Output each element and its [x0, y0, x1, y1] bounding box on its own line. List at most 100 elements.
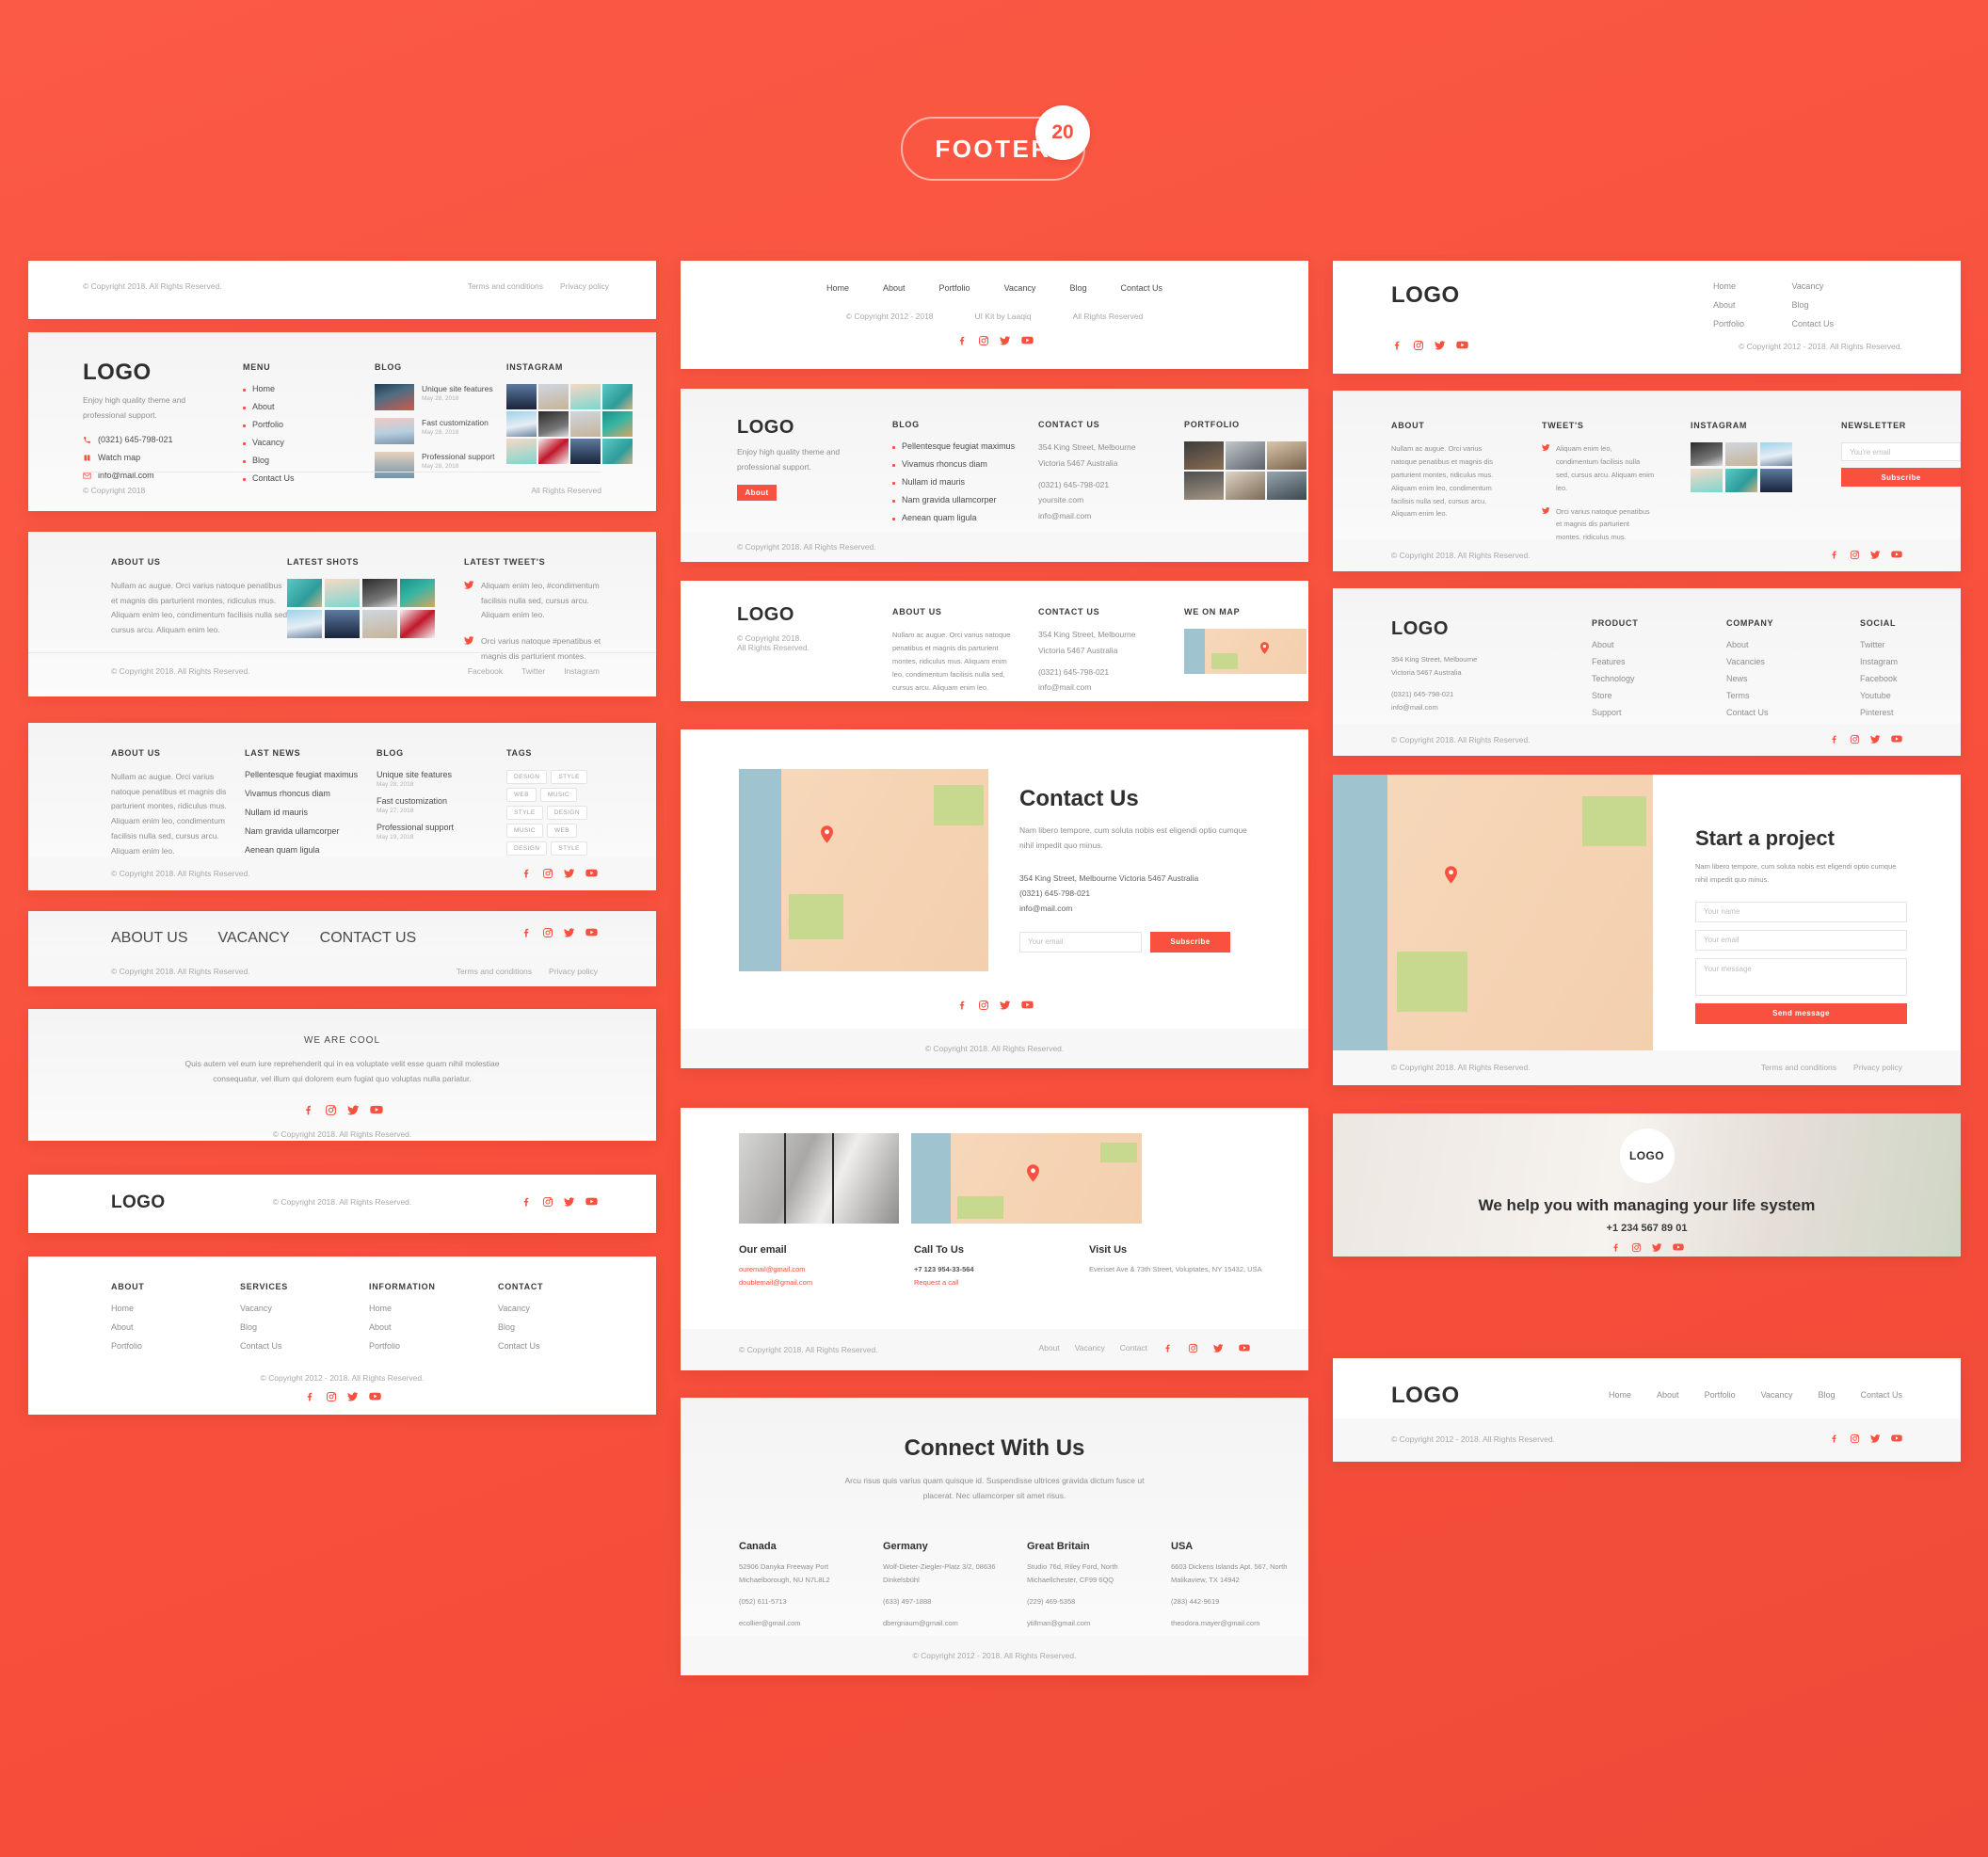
youtube-icon[interactable] [585, 1195, 598, 1208]
shot-thumb[interactable] [325, 579, 360, 607]
nav-link[interactable]: About [1713, 300, 1744, 310]
youtube-icon[interactable] [368, 1390, 381, 1402]
instagram-thumb[interactable] [602, 384, 633, 409]
instagram-icon[interactable] [1413, 340, 1424, 351]
instagram-thumb[interactable] [1725, 442, 1757, 466]
office-email[interactable]: ecollier@gmail.com [739, 1617, 866, 1630]
instagram-thumb[interactable] [602, 439, 633, 464]
youtube-icon[interactable] [585, 926, 598, 938]
facebook-icon[interactable] [521, 868, 532, 879]
email-input[interactable]: Your email [1019, 931, 1142, 953]
nav-link[interactable]: Blog [1791, 300, 1834, 310]
newsletter-input[interactable]: You're email [1841, 442, 1961, 461]
column-link[interactable]: About [1592, 640, 1695, 649]
column-link[interactable]: Vacancies [1726, 657, 1830, 666]
nav-link[interactable]: Contact Us [1120, 283, 1162, 293]
nav-link[interactable]: Home [1713, 281, 1744, 291]
contact-phone[interactable]: (0321) 645-798-021 [1038, 666, 1161, 679]
tag[interactable]: DESIGN [546, 806, 587, 820]
phone-text[interactable]: (0321) 645-798-021 [1019, 887, 1250, 902]
project-map[interactable] [1333, 775, 1653, 1050]
youtube-icon[interactable] [1239, 1342, 1250, 1353]
instagram-icon[interactable] [1631, 1242, 1642, 1253]
facebook-icon[interactable] [956, 1000, 968, 1011]
blog-item[interactable]: Nullam id mauris [892, 477, 1019, 487]
column-link[interactable]: Terms [1726, 691, 1830, 700]
message-input[interactable]: Your message [1695, 957, 1907, 996]
blog-post[interactable]: Fast customization May 28, 2018 [375, 418, 506, 444]
facebook-icon[interactable] [956, 335, 968, 346]
facebook-icon[interactable] [1162, 1343, 1173, 1353]
column-link[interactable]: Blog [498, 1322, 578, 1332]
tag[interactable]: MUSIC [506, 824, 543, 838]
nav-link[interactable]: Portfolio [939, 283, 970, 293]
twitter-icon[interactable] [564, 868, 575, 879]
portfolio-thumb[interactable] [1184, 441, 1224, 470]
phone-text[interactable]: (0321) 645-798-021 [1391, 688, 1518, 701]
blog-item[interactable]: Pellentesque feugiat maximus [892, 441, 1019, 451]
phone-text[interactable]: +7 123 954-33-564 [914, 1263, 1055, 1276]
news-item[interactable]: Nullam id mauris [245, 808, 372, 817]
tag[interactable]: STYLE [506, 806, 543, 820]
column-link[interactable]: Youtube [1860, 691, 1961, 700]
blog-post[interactable]: Unique site features May 28, 2018 [377, 770, 489, 788]
office-email[interactable]: ytillman@gmail.com [1027, 1617, 1154, 1630]
nav-link[interactable]: Vacancy [1791, 281, 1834, 291]
menu-item[interactable]: Home [243, 384, 337, 393]
column-link[interactable]: Twitter [1860, 640, 1961, 649]
shot-thumb[interactable] [362, 579, 397, 607]
portfolio-thumb[interactable] [1226, 441, 1265, 470]
twitter-icon[interactable] [1870, 1433, 1881, 1444]
column-link[interactable]: About [111, 1322, 191, 1332]
contact-site[interactable]: yoursite.com [1038, 494, 1161, 506]
facebook-icon[interactable] [1829, 550, 1839, 560]
instagram-thumb[interactable] [506, 439, 537, 464]
instagram-icon[interactable] [978, 335, 989, 346]
instagram-thumb[interactable] [1760, 442, 1792, 466]
about-us-link[interactable]: ABOUT US [111, 930, 188, 947]
send-message-button[interactable]: Send message [1695, 1002, 1907, 1024]
tag[interactable]: WEB [546, 824, 577, 838]
nav-link[interactable]: Contact Us [1791, 319, 1834, 328]
column-link[interactable]: News [1726, 674, 1830, 683]
blog-post[interactable]: Fast customization May 27, 2018 [377, 796, 489, 814]
twitter-icon[interactable] [1870, 550, 1881, 560]
instagram-link[interactable]: Instagram [564, 666, 600, 676]
email-text[interactable]: info@mail.com [1391, 701, 1518, 714]
column-link[interactable]: About [369, 1322, 449, 1332]
menu-item[interactable]: About [243, 402, 337, 411]
contact-email[interactable]: info@mail.com [1038, 681, 1161, 694]
shot-thumb[interactable] [400, 579, 435, 607]
shot-thumb[interactable] [287, 610, 322, 638]
column-link[interactable]: Store [1592, 691, 1695, 700]
about-link[interactable]: About [1039, 1343, 1060, 1353]
tag[interactable]: MUSIC [540, 788, 577, 802]
contact-map[interactable] [739, 769, 988, 971]
instagram-thumb[interactable] [538, 439, 569, 464]
office-phone[interactable]: (283) 442-9619 [1171, 1595, 1307, 1609]
column-link[interactable]: Features [1592, 657, 1695, 666]
instagram-thumb[interactable] [506, 411, 537, 437]
column-link[interactable]: Contact Us [498, 1341, 578, 1351]
blog-item[interactable]: Vivamus rhoncus diam [892, 459, 1019, 469]
news-item[interactable]: Nam gravida ullamcorper [245, 826, 372, 836]
facebook-link[interactable]: Facebook [468, 666, 503, 676]
blog-post[interactable]: Professional support May 28, 2018 [375, 452, 506, 478]
instagram-thumb[interactable] [1691, 469, 1723, 492]
youtube-icon[interactable] [1456, 339, 1468, 351]
facebook-icon[interactable] [1829, 1433, 1839, 1444]
tag[interactable]: DESIGN [506, 841, 548, 856]
twitter-icon[interactable] [1435, 340, 1446, 351]
facebook-icon[interactable] [1829, 734, 1839, 744]
twitter-icon[interactable] [999, 1000, 1011, 1011]
location-map[interactable] [911, 1133, 1142, 1224]
terms-link[interactable]: Terms and conditions [457, 967, 532, 976]
youtube-icon[interactable] [1672, 1241, 1684, 1253]
column-link[interactable]: Contact Us [240, 1341, 320, 1351]
facebook-icon[interactable] [521, 927, 532, 938]
column-link[interactable]: Instagram [1860, 657, 1961, 666]
news-item[interactable]: Aenean quam ligula [245, 845, 372, 855]
contact-phone[interactable]: (0321) 645-798-021 [83, 435, 224, 444]
office-phone[interactable]: (229) 469-5358 [1027, 1595, 1154, 1609]
twitter-icon[interactable] [999, 335, 1011, 346]
